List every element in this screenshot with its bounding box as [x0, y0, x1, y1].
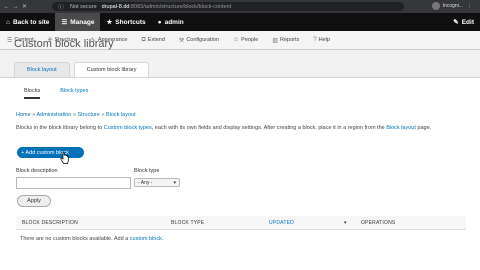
browser-chrome: ← → ✕ ⓘ Not secure drupal-8.dd :8083/adm… [0, 0, 480, 13]
empty-table-message: There are no custom blocks available. Ad… [20, 236, 163, 242]
incognito-icon [431, 2, 440, 10]
user-icon: ● [157, 18, 162, 26]
profile-label: Incogni... [442, 3, 463, 9]
manage-tab[interactable]: ☰ Manage [55, 13, 101, 31]
back-to-site-label: Back to site [12, 18, 50, 26]
url-path: :8083/admin/structure/block/block-conten… [129, 3, 232, 10]
tray-item-help[interactable]: ? Help [306, 37, 337, 43]
extend-icon: ⧉ [141, 36, 146, 43]
admin-toolbar: ⌂ Back to site ☰ Manage ★ Shortcuts ● ad… [0, 13, 480, 31]
description-text: , each with its own fields and display s… [151, 125, 387, 131]
shortcuts-label: Shortcuts [115, 18, 146, 26]
add-custom-block-button[interactable]: + Add custom block [17, 147, 84, 158]
breadcrumb-block-layout[interactable]: Block layout [106, 112, 136, 118]
breadcrumb-structure[interactable]: Structure [77, 112, 99, 118]
home-icon: ⌂ [6, 18, 10, 26]
column-block-description: BLOCK DESCRIPTION [22, 219, 78, 226]
block-description-label: Block description [16, 168, 58, 174]
edit-label: Edit [461, 18, 474, 26]
stop-icon[interactable]: ✕ [20, 3, 29, 10]
content-icon: ☰ [7, 37, 13, 44]
url-domain: drupal-8.dd [101, 3, 130, 10]
edit-button[interactable]: ✎ Edit [447, 13, 480, 31]
breadcrumb-home[interactable]: Home [16, 112, 31, 118]
star-icon: ★ [106, 19, 113, 26]
tray-item-extend[interactable]: ⧉ Extend [135, 37, 172, 44]
custom-block-link[interactable]: custom block [130, 236, 162, 242]
back-to-site-button[interactable]: ⌂ Back to site [0, 13, 55, 31]
apply-button[interactable]: Apply [17, 195, 51, 207]
forward-arrow-icon[interactable]: → [11, 4, 20, 10]
people-icon: ☺ [233, 37, 240, 43]
tray-item-people[interactable]: ☺ People [226, 37, 265, 43]
block-type-label: Block type [134, 168, 160, 174]
page-description: Blocks in the block library belong to Cu… [16, 124, 466, 133]
tray-item-configuration[interactable]: ⚒ Configuration [172, 37, 226, 44]
address-bar[interactable]: ⓘ Not secure drupal-8.dd :8083/admin/str… [52, 2, 404, 11]
column-operations: OPERATIONS [361, 219, 396, 226]
subtab-block-types[interactable]: Block types [60, 88, 88, 99]
user-label: admin [164, 18, 184, 26]
not-secure-label: Not secure [70, 3, 97, 10]
reports-icon: ▥ [272, 37, 278, 44]
menu-icon: ☰ [61, 19, 68, 26]
pencil-icon: ✎ [453, 19, 459, 26]
block-type-select[interactable]: - Any - ▾ [134, 178, 180, 187]
wrench-icon: ⚒ [178, 37, 185, 44]
empty-text: There are no custom blocks available. Ad… [20, 236, 130, 242]
tab-block-layout[interactable]: Block layout [14, 62, 70, 78]
sort-icon: ▾ [344, 219, 347, 226]
custom-block-types-link[interactable]: Custom block types [104, 125, 152, 131]
column-updated[interactable]: UPDATED [269, 220, 294, 226]
manage-label: Manage [70, 18, 95, 26]
table-header: BLOCK DESCRIPTION BLOCK TYPE UPDATED ▾ O… [16, 216, 466, 230]
block-type-value: - Any - [138, 179, 153, 186]
breadcrumb: Home » Administration » Structure » Bloc… [16, 112, 136, 118]
column-block-type: BLOCK TYPE [171, 219, 205, 226]
help-icon: ? [313, 37, 317, 43]
tray-item-reports[interactable]: ▥ Reports [265, 37, 306, 44]
chevron-down-icon: ▾ [173, 179, 176, 186]
subtab-blocks[interactable]: Blocks [24, 88, 41, 99]
tray-label: Configuration [186, 37, 220, 43]
empty-end: . [161, 236, 164, 242]
tray-label: Reports [279, 37, 300, 43]
block-description-input[interactable] [16, 177, 131, 189]
warning-icon: ⓘ [58, 4, 66, 11]
description-text: Blocks in the block library belong to [16, 125, 104, 131]
tab-custom-block-library[interactable]: Custom block library [73, 62, 150, 78]
block-layout-link[interactable]: Block layout [386, 125, 416, 131]
shortcuts-tab[interactable]: ★ Shortcuts [100, 13, 151, 31]
tray-label: Extend [147, 37, 165, 43]
back-arrow-icon[interactable]: ← [2, 4, 11, 10]
hand-cursor-icon [60, 152, 69, 164]
tray-label: Help [318, 37, 330, 43]
secondary-tabs: Blocks Block types [24, 88, 88, 99]
page-title: Custom block library [14, 38, 114, 50]
breadcrumb-administration[interactable]: Administration [37, 112, 72, 118]
primary-tabs: Block layout Custom block library [14, 62, 153, 78]
description-text: page. [415, 125, 432, 131]
user-tab[interactable]: ● admin [152, 13, 190, 31]
tray-label: People [241, 37, 259, 43]
menu-dots-icon[interactable]: ⋮ [467, 3, 472, 9]
profile-chip[interactable]: Incogni... ⋮ [431, 2, 472, 10]
